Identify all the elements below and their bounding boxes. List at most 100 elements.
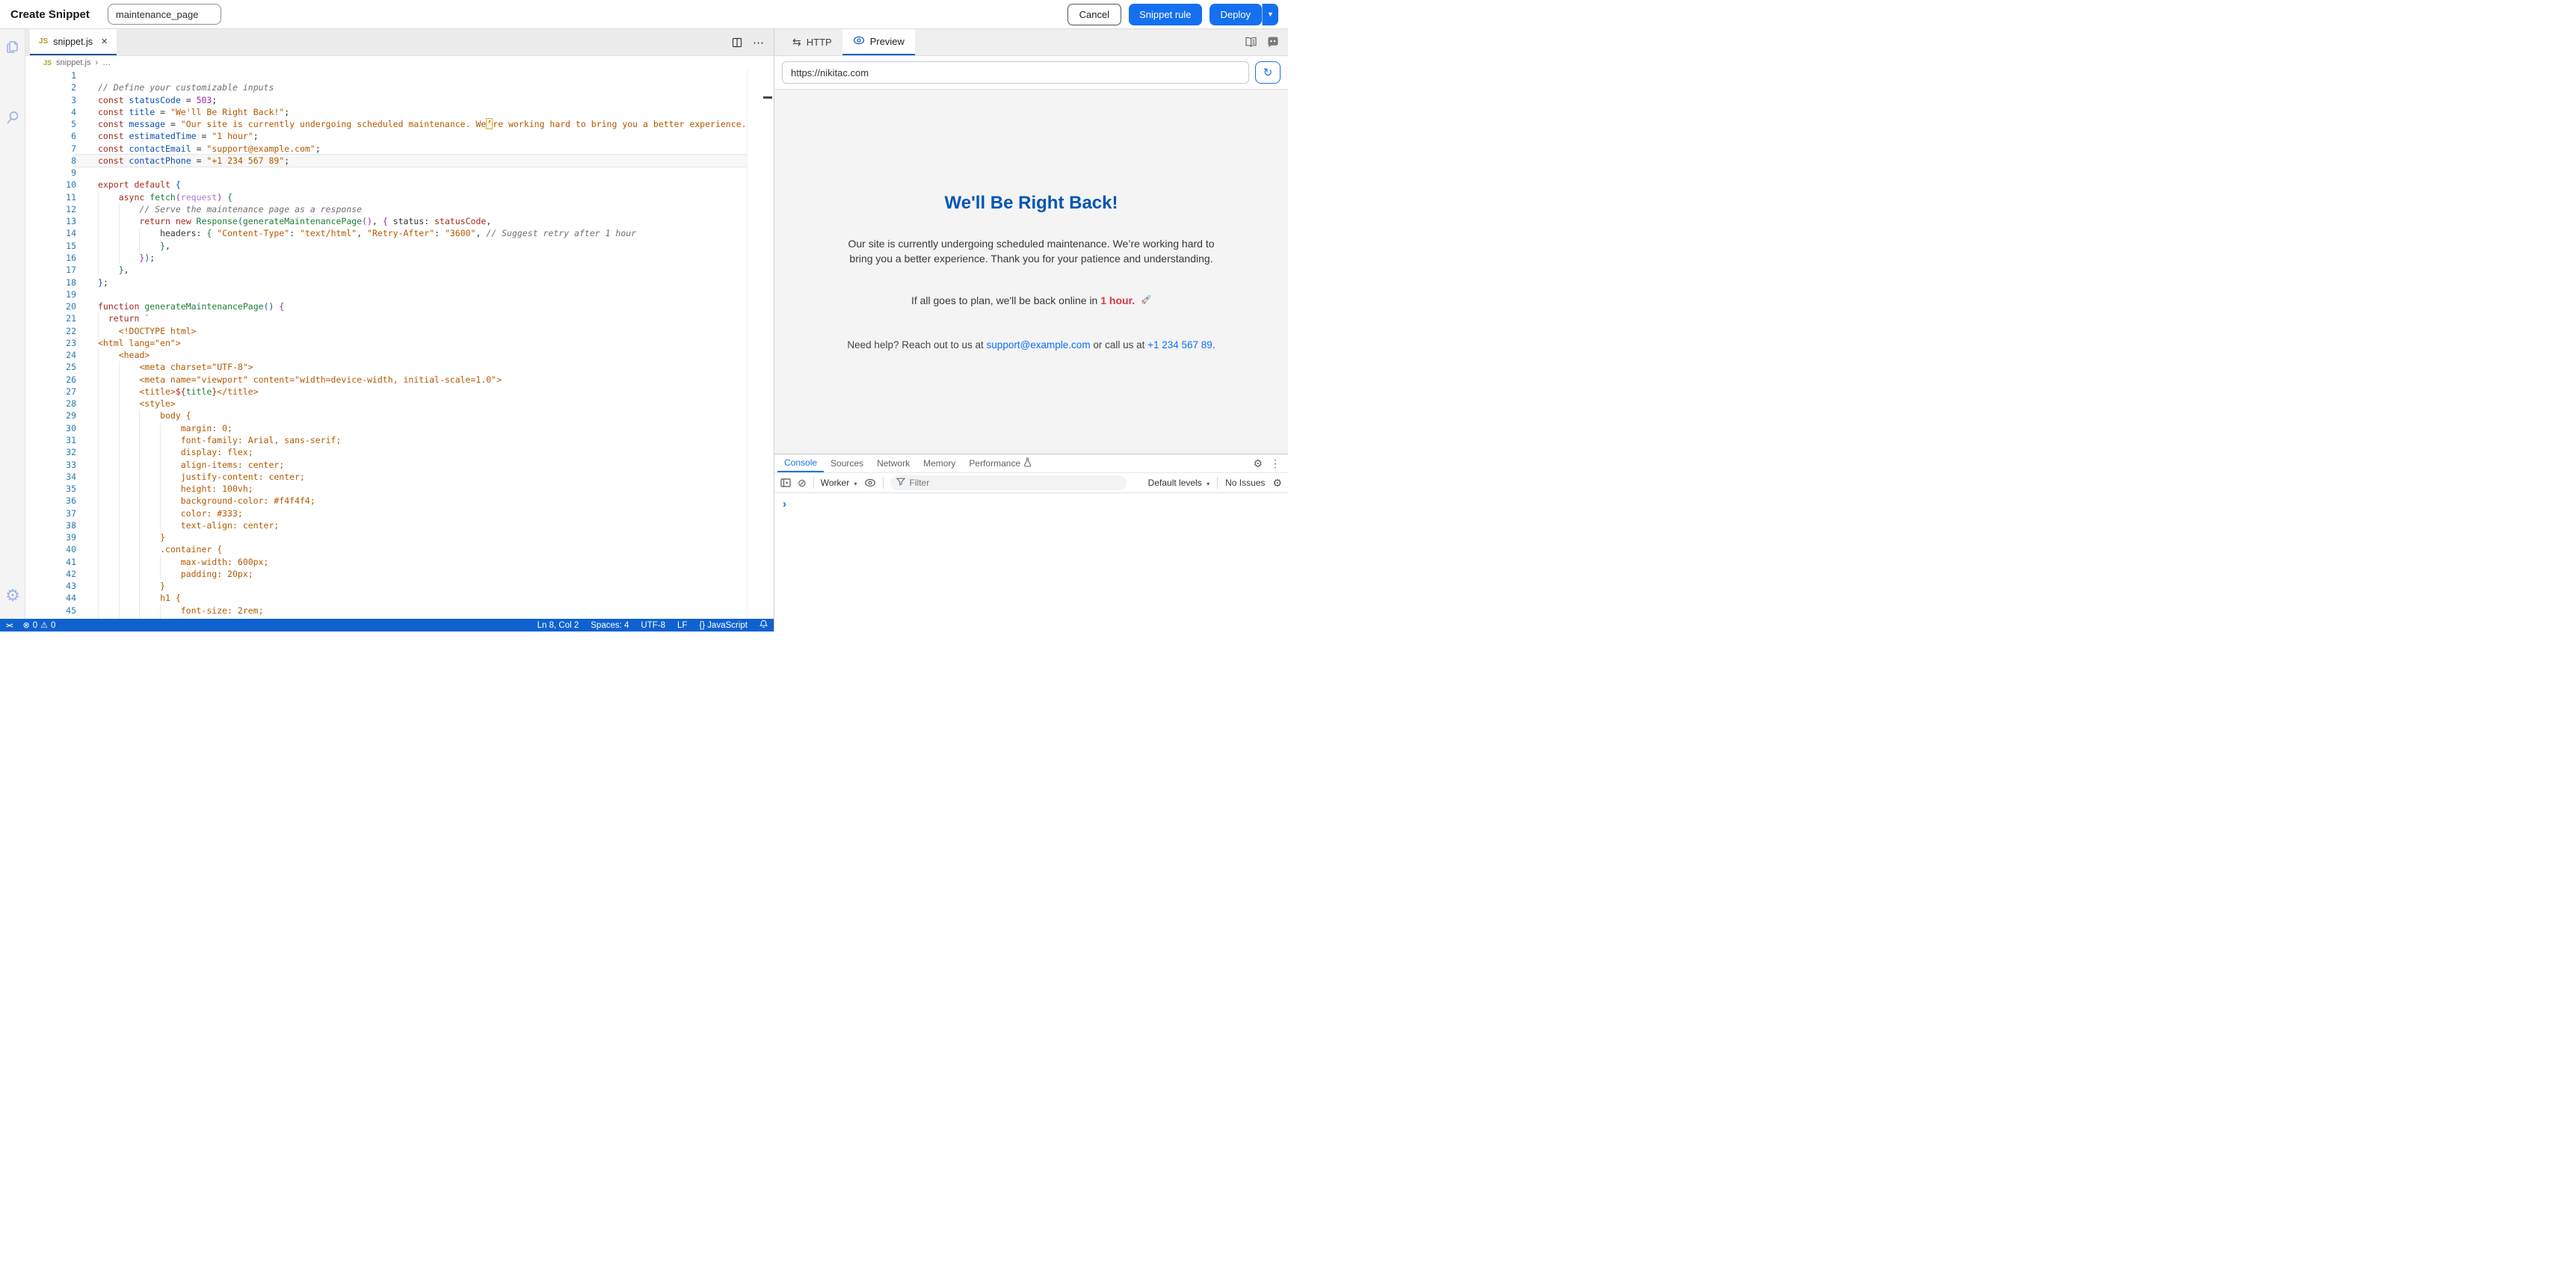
code-token: () (362, 216, 372, 226)
issues-counter[interactable]: No Issues (1225, 478, 1265, 488)
devtools-tab-console[interactable]: Console (777, 454, 824, 472)
console-output-area[interactable]: › (774, 493, 1288, 511)
url-input[interactable] (782, 61, 1249, 84)
notifications-bell-icon[interactable] (759, 620, 768, 631)
contact-phone-link[interactable]: +1 234 567 89 (1147, 339, 1212, 351)
code-line[interactable]: 24<head> (25, 349, 774, 361)
devtools-tab-performance[interactable]: Performance (962, 454, 1038, 472)
code-line[interactable]: 2// Define your customizable inputs (25, 81, 774, 93)
status-language[interactable]: {} JavaScript (699, 621, 748, 630)
code-line[interactable]: 23<html lang="en"> (25, 337, 774, 349)
code-line[interactable]: 38text-align: center; (25, 519, 774, 531)
snippet-name-input[interactable] (108, 4, 221, 25)
console-filter[interactable] (890, 475, 1127, 490)
remote-indicator-icon[interactable]: >< (6, 622, 13, 629)
devtools-kebab-menu-icon[interactable]: ⋮ (1270, 457, 1281, 470)
code-line[interactable]: 40.container { (25, 543, 774, 555)
context-selector-dropdown[interactable]: Worker ▾ (821, 478, 857, 488)
tab-preview[interactable]: Preview (842, 29, 915, 55)
status-encoding[interactable]: UTF-8 (641, 621, 665, 630)
docs-book-icon[interactable] (1245, 37, 1257, 48)
search-icon[interactable] (4, 108, 22, 126)
code-line[interactable]: 25<meta charset="UTF-8"> (25, 361, 774, 373)
code-line[interactable]: 13return new Response(generateMaintenanc… (25, 215, 774, 227)
code-line[interactable]: 1 (25, 70, 774, 81)
log-levels-dropdown[interactable]: Default levels ▾ (1148, 478, 1210, 488)
code-line[interactable]: 16}); (25, 252, 774, 264)
tab-http[interactable]: ⇆ HTTP (782, 29, 842, 55)
code-line[interactable]: 42padding: 20px; (25, 568, 774, 580)
code-line[interactable]: 37color: #333; (25, 507, 774, 519)
code-line[interactable]: 17}, (25, 264, 774, 276)
code-line[interactable]: 15}, (25, 240, 774, 252)
code-line[interactable]: 21return ` (25, 312, 774, 324)
code-line[interactable]: 30margin: 0; (25, 422, 774, 434)
code-line[interactable]: 26<meta name="viewport" content="width=d… (25, 374, 774, 386)
breadcrumb-file[interactable]: snippet.js (56, 58, 90, 67)
code-line[interactable]: 5const message = "Our site is currently … (25, 118, 774, 130)
split-editor-icon[interactable] (732, 37, 742, 48)
code-line[interactable]: 12// Serve the maintenance page as a res… (25, 203, 774, 215)
status-cursor-position[interactable]: Ln 8, Col 2 (537, 621, 579, 630)
code-line[interactable]: 44h1 { (25, 592, 774, 604)
cancel-button[interactable]: Cancel (1067, 4, 1121, 25)
code-line[interactable]: 41max-width: 600px; (25, 556, 774, 568)
code-line[interactable]: 28<style> (25, 398, 774, 410)
status-indentation[interactable]: Spaces: 4 (591, 621, 629, 630)
code-line[interactable]: 22<!DOCTYPE html> (25, 325, 774, 337)
breadcrumb-more[interactable]: … (102, 58, 111, 67)
tab-snippet-js[interactable]: JS snippet.js ✕ (30, 29, 117, 55)
console-settings-gear-icon[interactable]: ⚙ (1272, 477, 1282, 490)
editor-scrollbar[interactable] (747, 70, 774, 619)
code-line[interactable]: 43} (25, 580, 774, 592)
console-sidebar-toggle-icon[interactable] (780, 478, 791, 487)
devtools-tab-sources[interactable]: Sources (824, 454, 870, 472)
code-token: "We'll Be Right Back!" (170, 107, 284, 117)
snippet-rule-button[interactable]: Snippet rule (1129, 4, 1201, 25)
code-line[interactable]: 35height: 100vh; (25, 483, 774, 495)
code-line[interactable]: 7const contactEmail = "support@example.c… (25, 143, 774, 155)
clear-console-icon[interactable]: ⊘ (798, 477, 807, 490)
code-line[interactable]: 32display: flex; (25, 446, 774, 458)
devtools-tab-memory[interactable]: Memory (916, 454, 962, 472)
problems-indicator[interactable]: ⊗ 0 ⚠ 0 (23, 620, 56, 630)
code-line[interactable]: 4const title = "We'll Be Right Back!"; (25, 106, 774, 118)
code-line[interactable]: 34justify-content: center; (25, 471, 774, 483)
breadcrumb[interactable]: JS snippet.js › … (25, 56, 774, 70)
status-eol[interactable]: LF (677, 621, 687, 630)
discord-icon[interactable] (1266, 37, 1279, 48)
devtools-settings-gear-icon[interactable]: ⚙ (1253, 457, 1263, 470)
files-icon[interactable] (4, 38, 22, 56)
code-line[interactable]: 10export default { (25, 179, 774, 191)
code-line[interactable]: 31font-family: Arial, sans-serif; (25, 434, 774, 446)
code-line[interactable]: 14headers: { "Content-Type": "text/html"… (25, 227, 774, 239)
indent-guide (119, 252, 140, 264)
code-token: "3600" (445, 228, 476, 238)
console-prompt-chevron[interactable]: › (783, 498, 786, 510)
devtools-tab-network[interactable]: Network (870, 454, 916, 472)
filter-input[interactable] (910, 478, 1121, 488)
code-line[interactable]: 29body { (25, 410, 774, 421)
code-editor[interactable]: 12// Define your customizable inputs3con… (25, 70, 774, 619)
code-line[interactable]: 8const contactPhone = "+1 234 567 89"; (25, 155, 774, 167)
code-line[interactable]: 11async fetch(request) { (25, 191, 774, 203)
code-line[interactable]: 20function generateMaintenancePage() { (25, 300, 774, 312)
code-line[interactable]: 45font-size: 2rem; (25, 605, 774, 617)
deploy-button[interactable]: Deploy (1210, 4, 1262, 25)
more-actions-icon[interactable]: ⋯ (753, 36, 765, 49)
code-line[interactable]: 27<title>${title}</title> (25, 386, 774, 398)
code-line[interactable]: 33align-items: center; (25, 459, 774, 471)
code-line[interactable]: 36background-color: #f4f4f4; (25, 495, 774, 507)
contact-email-link[interactable]: support@example.com (987, 339, 1091, 351)
live-expression-eye-icon[interactable] (864, 478, 876, 487)
deploy-dropdown-button[interactable]: ▼ (1262, 4, 1278, 25)
settings-gear-icon[interactable]: ⚙ (4, 587, 22, 605)
refresh-button[interactable]: ↻ (1255, 61, 1281, 84)
code-line[interactable]: 6const estimatedTime = "1 hour"; (25, 130, 774, 142)
close-tab-icon[interactable]: ✕ (101, 37, 108, 46)
code-line[interactable]: 18}; (25, 277, 774, 288)
code-line[interactable]: 3const statusCode = 503; (25, 94, 774, 106)
code-line[interactable]: 9 (25, 167, 774, 179)
code-line[interactable]: 19 (25, 288, 774, 300)
code-line[interactable]: 39} (25, 531, 774, 543)
